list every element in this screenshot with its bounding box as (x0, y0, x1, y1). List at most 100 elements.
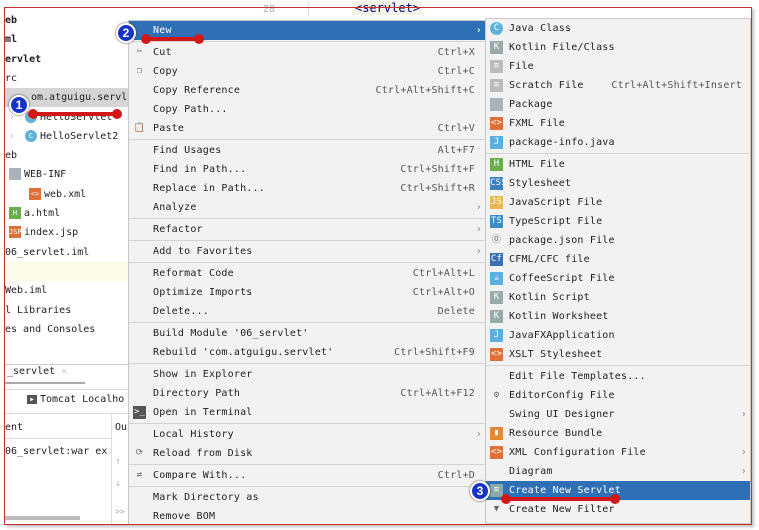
tree-item[interactable]: eb (5, 146, 17, 165)
menu-item-copy-reference[interactable]: Copy Reference Ctrl+Alt+Shift+C (129, 81, 485, 100)
menu-item-copy-path[interactable]: Copy Path... (129, 100, 485, 119)
menu-item-coffeescript-file[interactable]: ☕ CoffeeScript File (486, 269, 750, 288)
menu-item-package[interactable]: Package (486, 95, 750, 114)
menu-item-javascript-file[interactable]: JS JavaScript File (486, 193, 750, 212)
menu-item-package-json-file[interactable]: ⓪ package.json File (486, 231, 750, 250)
menu-item-typescript-file[interactable]: TS TypeScript File (486, 212, 750, 231)
tree-item[interactable]: <> web.xml (29, 185, 86, 204)
run-tab[interactable]: _servlet ✕ (7, 362, 67, 381)
tomcat-label: Tomcat Localho (40, 394, 125, 405)
menu-item-compare-with[interactable]: ⇄ Compare With... Ctrl+D (129, 466, 485, 485)
menu-item-xml-configuration-file[interactable]: <> XML Configuration File › (486, 443, 750, 462)
tree-item[interactable]: es and Consoles (5, 320, 95, 339)
tree-item[interactable]: Web.iml (5, 281, 47, 300)
coffeescript-icon: ☕ (490, 272, 503, 285)
menu-separator (129, 363, 485, 364)
menu-item-label: Directory Path (153, 388, 241, 399)
menu-item-remove-bom[interactable]: Remove BOM (129, 507, 485, 524)
menu-item-paste[interactable]: 📋 Paste Ctrl+V (129, 119, 485, 138)
menu-item-editorconfig-file[interactable]: ⚙ EditorConfig File (486, 386, 750, 405)
menu-item-label: New (153, 25, 172, 36)
menu-item-mark-directory-as[interactable]: Mark Directory as (129, 488, 485, 507)
tree-item-label: WEB-INF (24, 169, 67, 181)
shortcut-label: Ctrl+X (437, 47, 475, 58)
menu-item-xslt-stylesheet[interactable]: <> XSLT Stylesheet (486, 345, 750, 364)
menu-item-local-history[interactable]: Local History › (129, 425, 485, 444)
menu-item-resource-bundle[interactable]: ▮ Resource Bundle (486, 424, 750, 443)
menu-item-find-in-path[interactable]: Find in Path... Ctrl+Shift+F (129, 160, 485, 179)
tree-item[interactable]: eb (5, 11, 17, 30)
arrow-up-icon[interactable]: ↑ (115, 452, 121, 471)
menu-item-kotlin-worksheet[interactable]: K Kotlin Worksheet (486, 307, 750, 326)
annotation-underline-3 (501, 494, 620, 504)
menu-item-optimize-imports[interactable]: Optimize Imports Ctrl+Alt+O (129, 283, 485, 302)
annotation-underline-2 (141, 34, 204, 44)
horizontal-scrollbar[interactable] (5, 516, 80, 520)
menu-item-open-in-terminal[interactable]: >_ Open in Terminal (129, 403, 485, 422)
menu-item-label: Replace in Path... (153, 183, 265, 194)
menu-item-build-module-06-servlet[interactable]: Build Module '06_servlet' (129, 324, 485, 343)
javafx-icon: J (490, 329, 503, 342)
menu-item-label: Analyze (153, 202, 197, 213)
expand-chevron-icon[interactable]: › (9, 131, 15, 142)
menu-item-rebuild-com-atguigu-servlet[interactable]: Rebuild 'com.atguigu.servlet' Ctrl+Shift+… (129, 343, 485, 362)
menu-item-scratch-file[interactable]: ≡ Scratch File Ctrl+Alt+Shift+Insert (486, 76, 750, 95)
menu-separator (129, 464, 485, 465)
menu-item-html-file[interactable]: H HTML File (486, 155, 750, 174)
close-tab-icon[interactable]: ✕ (61, 366, 67, 377)
shortcut-label: Ctrl+Alt+F12 (400, 388, 475, 399)
menu-item-package-info-java[interactable]: Jpackage-info.java (486, 133, 750, 152)
menu-item-label: JavaScript File (509, 197, 603, 208)
menu-item-java-class[interactable]: C Java Class (486, 19, 750, 38)
menu-item-label: Copy (153, 66, 178, 77)
menu-item-file[interactable]: ≡ File (486, 57, 750, 76)
menu-item-reformat-code[interactable]: Reformat Code Ctrl+Alt+L (129, 264, 485, 283)
menu-item-copy[interactable]: ❐ Copy Ctrl+C (129, 62, 485, 81)
menu-item-refactor[interactable]: Refactor › (129, 220, 485, 239)
menu-item-fxml-file[interactable]: <> FXML File (486, 114, 750, 133)
menu-item-analyze[interactable]: Analyze › (129, 198, 485, 217)
tree-item[interactable]: ml (5, 30, 17, 49)
menu-item-label: Find Usages (153, 145, 222, 156)
menu-item-label: Copy Path... (153, 104, 228, 115)
deployment-item[interactable]: 06_servlet:war ex (5, 442, 107, 461)
menu-item-label: Optimize Imports (153, 287, 253, 298)
menu-item-kotlin-script[interactable]: K Kotlin Script (486, 288, 750, 307)
menu-item-label: Show in Explorer (153, 369, 253, 380)
menu-item-javafxapplication[interactable]: J JavaFXApplication (486, 326, 750, 345)
tomcat-localhost-tab[interactable]: ▶ Tomcat Localho (27, 390, 124, 409)
menu-item-directory-path[interactable]: Directory Path Ctrl+Alt+F12 (129, 384, 485, 403)
tree-item[interactable]: WEB-INF (9, 165, 66, 184)
menu-item-show-in-explorer[interactable]: Show in Explorer (129, 365, 485, 384)
menu-item-reload-from-disk[interactable]: ⟳ Reload from Disk (129, 444, 485, 463)
tree-item[interactable] (5, 261, 133, 281)
more-button[interactable]: >> (115, 502, 125, 521)
tree-item[interactable]: rc (5, 69, 17, 88)
menu-item-label: FXML File (509, 118, 565, 129)
menu-item-diagram[interactable]: Diagram › (486, 462, 750, 481)
java-file-icon: J (490, 136, 503, 149)
menu-item-swing-ui-designer[interactable]: Swing UI Designer › (486, 405, 750, 424)
menu-item-delete[interactable]: Delete... Delete (129, 302, 485, 321)
kotlin-worksheet-icon: K (490, 310, 503, 323)
menu-item-replace-in-path[interactable]: Replace in Path... Ctrl+Shift+R (129, 179, 485, 198)
menu-item-add-to-favorites[interactable]: Add to Favorites › (129, 242, 485, 261)
shortcut-label: Ctrl+D (437, 470, 475, 481)
menu-item-edit-file-templates[interactable]: Edit File Templates... (486, 367, 750, 386)
tree-item[interactable]: 06_servlet.iml (5, 243, 89, 262)
menu-item-kotlin-file-class[interactable]: K Kotlin File/Class (486, 38, 750, 57)
tree-item[interactable]: › C HelloServlet2 (9, 127, 118, 146)
tree-item[interactable]: JSP index.jsp (9, 223, 78, 242)
menu-item-find-usages[interactable]: Find Usages Alt+F7 (129, 141, 485, 160)
tree-item[interactable]: l Libraries (5, 301, 71, 320)
menu-item-stylesheet[interactable]: CSS Stylesheet (486, 174, 750, 193)
menu-item-cut[interactable]: ✂ Cut Ctrl+X (129, 43, 485, 62)
tree-item-label: Web.iml (5, 285, 48, 297)
step-badge-2: 2 (116, 23, 136, 43)
context-menu: New › ✂ Cut Ctrl+X ❐ Copy Ctrl+C Copy Reference C… (128, 20, 486, 525)
shortcut-label: Ctrl+C (437, 66, 475, 77)
tree-item[interactable]: Ha.html (9, 204, 60, 223)
arrow-down-icon[interactable]: ↓ (115, 474, 121, 493)
menu-item-cfml-cfc-file[interactable]: Cf CFML/CFC file (486, 250, 750, 269)
tree-item[interactable]: ervlet (5, 50, 41, 69)
